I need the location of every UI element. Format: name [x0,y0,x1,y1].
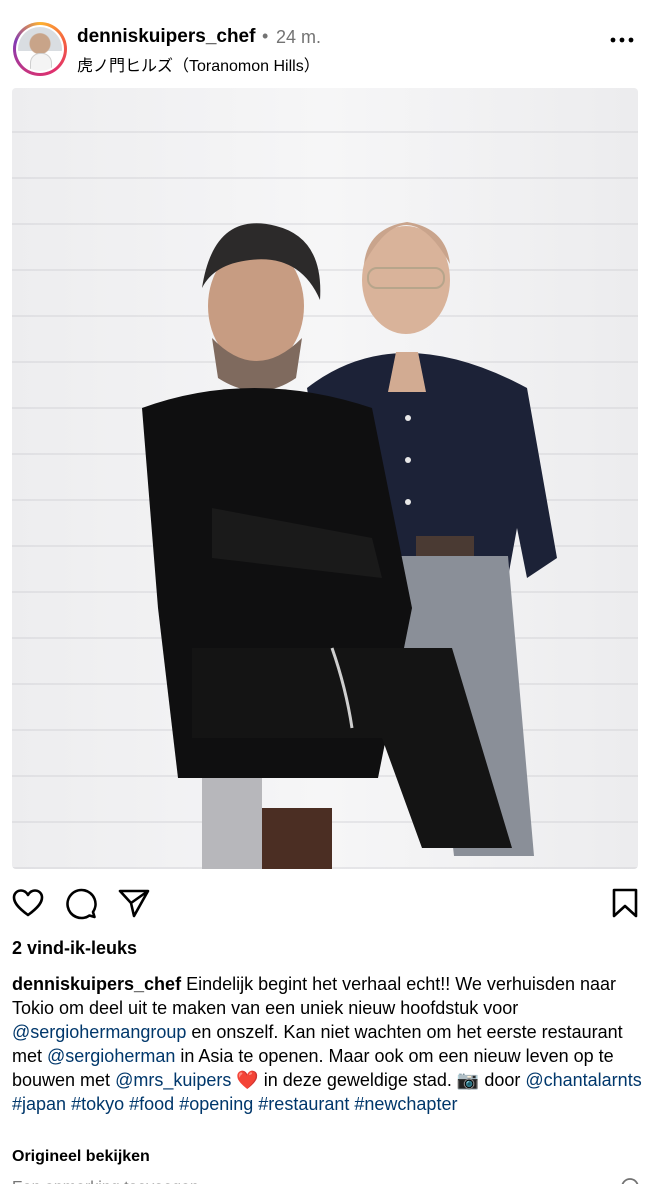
post-header: denniskuipers_chef • 24 m. 虎ノ門ヒルズ（Torano… [0,14,668,78]
action-bar [0,882,668,922]
hashtag-link[interactable]: #newchapter [354,1094,457,1114]
separator-dot: • [262,26,269,46]
post-photo[interactable] [12,88,638,869]
photo-illustration [142,222,557,869]
location-link[interactable]: 虎ノ門ヒルズ（Toranomon Hills） [77,52,320,76]
comment-input[interactable] [12,1176,612,1184]
mention-link[interactable]: @chantalarnts [525,1070,641,1090]
send-icon[interactable] [117,886,151,920]
hashtag-link[interactable]: #food [129,1094,174,1114]
post-time[interactable]: 24 m. [276,27,321,48]
username-link[interactable]: denniskuipers_chef [77,26,255,48]
more-horizontal-icon[interactable] [608,30,636,50]
mention-link[interactable]: @sergioherman [47,1046,175,1066]
instagram-post: denniskuipers_chef • 24 m. 虎ノ門ヒルズ（Torano… [0,0,668,1184]
caption-text: ❤️ in deze geweldige stad. 📷 door [231,1070,526,1090]
mention-link[interactable]: @mrs_kuipers [115,1070,231,1090]
hashtag-link[interactable]: #japan [12,1094,66,1114]
bookmark-icon[interactable] [608,886,642,920]
view-original-link[interactable]: Origineel bekijken [12,1148,150,1166]
avatar[interactable] [13,22,67,76]
hashtag-link[interactable]: #tokyo [71,1094,124,1114]
likes-count[interactable]: 2 vind-ik-leuks [12,938,137,959]
comment-icon[interactable] [64,886,98,920]
heart-icon[interactable] [11,886,45,920]
hashtag-link[interactable]: #restaurant [258,1094,349,1114]
caption-username[interactable]: denniskuipers_chef [12,974,181,994]
post-caption: denniskuipers_chef Eindelijk begint het … [12,972,652,1116]
mention-link[interactable]: @sergiohermangroup [12,1022,186,1042]
hashtag-link[interactable]: #opening [179,1094,253,1114]
emoji-icon[interactable] [620,1177,640,1184]
avatar-image [18,27,62,71]
